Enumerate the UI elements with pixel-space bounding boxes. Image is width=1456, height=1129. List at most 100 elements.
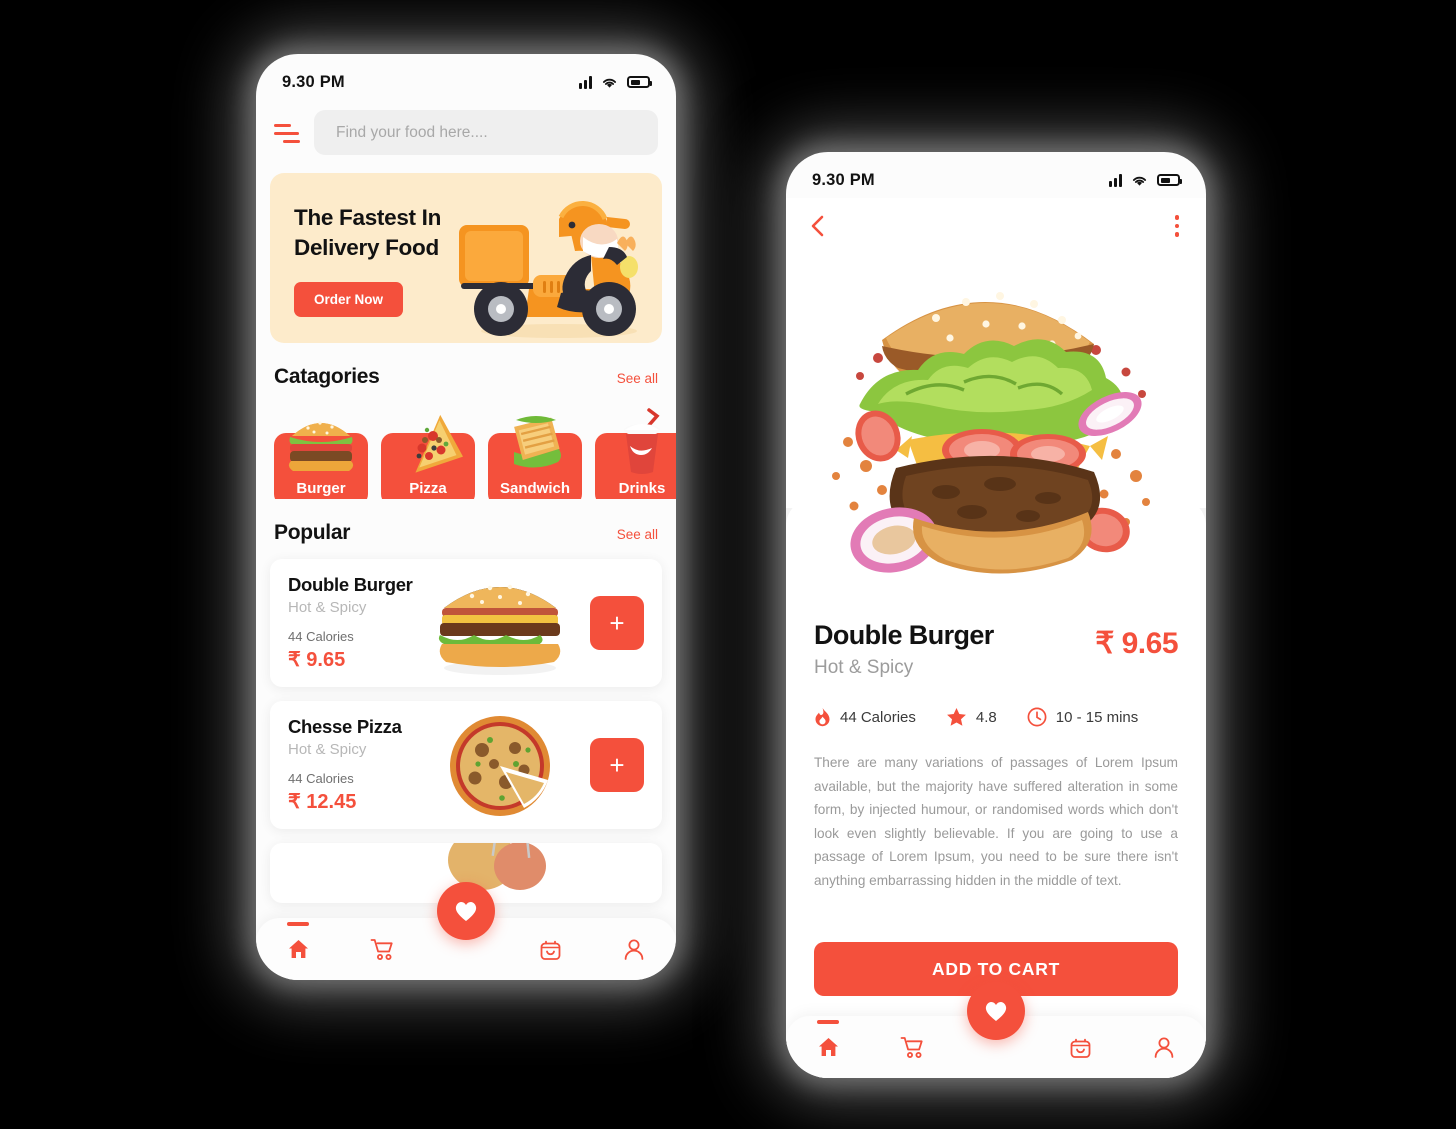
search-placeholder: Find your food here.... [336, 123, 488, 141]
calories-value: 44 Calories [840, 708, 916, 726]
order-now-button[interactable]: Order Now [294, 281, 404, 317]
rating-value: 4.8 [975, 708, 997, 726]
home-icon [288, 940, 308, 958]
shopping-bag-icon [540, 940, 560, 960]
person-icon [624, 939, 644, 960]
categories-title: Catagories [274, 365, 380, 388]
popular-section-header: Popular See all [256, 499, 676, 545]
food-subtitle: Hot & Spicy [288, 741, 367, 758]
nav-item-cart[interactable] [889, 1026, 935, 1068]
status-bar: 9.30 PM [256, 54, 676, 100]
nav-item-home[interactable] [805, 1026, 851, 1068]
shopping-cart-icon [370, 938, 393, 960]
meta-time: 10 - 15 mins [1027, 707, 1139, 727]
promo-banner-text: The Fastest In Delivery Food Order Now [294, 203, 441, 317]
promo-line-1: The Fastest In [294, 205, 442, 230]
heart-icon [985, 1001, 1007, 1021]
category-label: Drinks [618, 480, 666, 497]
category-card-drinks[interactable]: Drinks [595, 408, 676, 499]
back-chevron-icon[interactable] [810, 215, 824, 237]
delivery-scooter-illustration [459, 201, 638, 338]
battery-icon [627, 76, 652, 88]
status-icons [579, 75, 652, 89]
hero-area [786, 198, 1206, 508]
search-row: Find your food here.... [256, 100, 676, 155]
home-content: Find your food here.... The Fastest In D… [256, 100, 676, 980]
double-burger-photo [438, 584, 561, 675]
nav-item-profile[interactable] [1141, 1026, 1187, 1068]
food-card-info: Double Burger Hot & Spicy 44 Calories ₹ … [270, 574, 422, 672]
product-title-group: Double Burger Hot & Spicy [814, 620, 994, 679]
heart-icon [455, 901, 477, 921]
nav-item-cart[interactable] [359, 928, 405, 970]
shopping-cart-icon [900, 1036, 923, 1058]
food-card[interactable]: Double Burger Hot & Spicy 44 Calories ₹ … [270, 559, 662, 687]
hamburger-menu-icon[interactable] [274, 122, 300, 144]
category-label: Sandwich [499, 480, 570, 497]
categories-section-header: Catagories See all [256, 343, 676, 389]
detail-content: Double Burger Hot & Spicy ₹ 9.65 44 Calo… [786, 198, 1206, 1078]
status-time: 9.30 PM [282, 72, 345, 91]
category-card-pizza[interactable]: Pizza [381, 414, 475, 499]
detail-top-bar [786, 198, 1206, 240]
product-price: ₹ 9.65 [1095, 627, 1178, 660]
burger-illustration [288, 421, 354, 471]
flame-icon [815, 708, 830, 727]
product-subtitle: Hot & Spicy [814, 657, 914, 678]
signal-bars-icon [1109, 173, 1122, 187]
food-calories: 44 Calories [288, 629, 354, 644]
battery-icon [1157, 174, 1182, 186]
person-icon [1154, 1037, 1174, 1058]
product-meta-row: 44 Calories 4.8 10 - 15 mins [814, 707, 1178, 727]
nav-item-bag[interactable] [527, 928, 573, 970]
soda-cup-illustration [624, 408, 660, 474]
star-icon [946, 708, 966, 726]
more-vertical-icon[interactable] [1172, 212, 1183, 240]
add-to-cart-button[interactable]: + [590, 738, 644, 792]
time-value: 10 - 15 mins [1055, 708, 1139, 726]
product-header: Double Burger Hot & Spicy ₹ 9.65 [814, 620, 1178, 679]
status-icons [1109, 173, 1182, 187]
promo-line-2: Delivery Food [294, 235, 439, 261]
meta-calories: 44 Calories [814, 707, 916, 727]
meta-rating: 4.8 [946, 707, 997, 727]
category-card-sandwich[interactable]: Sandwich [488, 416, 582, 499]
wifi-icon [1132, 176, 1147, 186]
food-calories: 44 Calories [288, 771, 354, 786]
add-to-cart-button[interactable]: + [590, 596, 644, 650]
signal-bars-icon [579, 75, 592, 89]
popular-see-all-link[interactable]: See all [617, 527, 658, 542]
food-card[interactable]: Chesse Pizza Hot & Spicy 44 Calories ₹ 1… [270, 701, 662, 829]
status-bar: 9.30 PM [786, 152, 1206, 198]
sandwich-illustration [514, 416, 561, 468]
food-price: ₹ 9.65 [288, 649, 346, 671]
favorite-fab-button[interactable] [437, 882, 495, 940]
popular-title: Popular [274, 521, 351, 544]
product-name: Double Burger [814, 620, 994, 650]
nav-item-profile[interactable] [611, 928, 657, 970]
food-subtitle: Hot & Spicy [288, 599, 367, 616]
status-time: 9.30 PM [812, 170, 875, 189]
food-card-info: Chesse Pizza Hot & Spicy 44 Calories ₹ 1… [270, 716, 422, 814]
nav-item-home[interactable] [275, 928, 321, 970]
category-label: Burger [296, 480, 346, 497]
shopping-bag-icon [1070, 1038, 1090, 1058]
food-name: Double Burger [288, 574, 413, 595]
phone-detail-screen: 9.30 PM Double Burger Hot & Spicy ₹ 9.65… [786, 152, 1206, 1078]
home-icon [818, 1038, 838, 1056]
category-card-burger[interactable]: Burger [274, 421, 368, 499]
search-input[interactable]: Find your food here.... [314, 110, 658, 155]
nav-item-bag[interactable] [1057, 1026, 1103, 1068]
favorite-fab-button[interactable] [967, 982, 1025, 1040]
pizza-slice-illustration [415, 414, 464, 473]
categories-scroller[interactable]: Burger Pizza Sandwich Drinks [256, 389, 676, 499]
product-description: There are many variations of passages of… [814, 755, 1178, 888]
food-price: ₹ 12.45 [288, 791, 357, 813]
clock-icon [1027, 707, 1047, 727]
cheese-pizza-photo [450, 716, 550, 816]
category-label: Pizza [409, 480, 447, 497]
food-name: Chesse Pizza [288, 716, 402, 737]
categories-see-all-link[interactable]: See all [617, 371, 658, 386]
wifi-icon [602, 78, 617, 88]
promo-banner[interactable]: The Fastest In Delivery Food Order Now [270, 173, 662, 343]
